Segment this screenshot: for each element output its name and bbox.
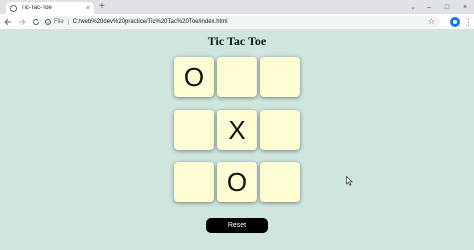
globe-icon	[10, 4, 17, 12]
url-text[interactable]: C:/web%20dev%20practice/Tic%20Tac%20Toe/…	[73, 19, 228, 25]
arrow-left-icon	[3, 18, 11, 25]
board-cell[interactable]: O	[217, 162, 257, 202]
profile-avatar-icon[interactable]	[450, 17, 460, 27]
bookmark-star-icon[interactable]: ☆	[428, 16, 435, 28]
address-bar[interactable]: i File C:/web%20dev%20practice/Tic%20Tac…	[40, 16, 440, 28]
scheme-label: File	[54, 19, 69, 25]
minimize-button[interactable]: –	[420, 0, 438, 14]
browser-tab[interactable]: Tic-Tac-Toe ×	[6, 2, 94, 14]
tab-search-icon[interactable]: ⌄	[410, 0, 416, 14]
mouse-cursor-icon	[346, 176, 353, 186]
maximize-button[interactable]: □	[438, 0, 456, 14]
close-window-button[interactable]: ×	[456, 0, 474, 14]
kebab-menu-icon[interactable]: ⋮	[464, 16, 473, 28]
info-icon[interactable]: i	[45, 19, 51, 25]
arrow-right-icon	[18, 18, 26, 25]
browser-toolbar: i File C:/web%20dev%20practice/Tic%20Tac…	[0, 14, 474, 30]
board-cell[interactable]	[174, 110, 214, 150]
forward-button[interactable]	[15, 15, 28, 29]
board-cell[interactable]	[260, 110, 300, 150]
board-cell[interactable]: O	[174, 57, 214, 97]
new-tab-button[interactable]: +	[99, 1, 105, 13]
board-cell[interactable]	[260, 57, 300, 97]
tab-bar: Tic-Tac-Toe × + ⌄ – □ ×	[0, 0, 474, 14]
board-cell[interactable]: X	[217, 110, 257, 150]
page-title: Tic Tac Toe	[207, 34, 267, 48]
reload-icon	[32, 18, 39, 25]
board-cell[interactable]	[217, 57, 257, 97]
board-cell[interactable]	[260, 162, 300, 202]
back-button[interactable]	[1, 15, 14, 29]
window-controls: – □ ×	[420, 0, 474, 14]
board-cell[interactable]	[174, 162, 214, 202]
tab-title: Tic-Tac-Toe	[21, 5, 52, 11]
reset-button[interactable]: Reset	[206, 218, 268, 233]
tab-close-icon[interactable]: ×	[86, 5, 90, 12]
